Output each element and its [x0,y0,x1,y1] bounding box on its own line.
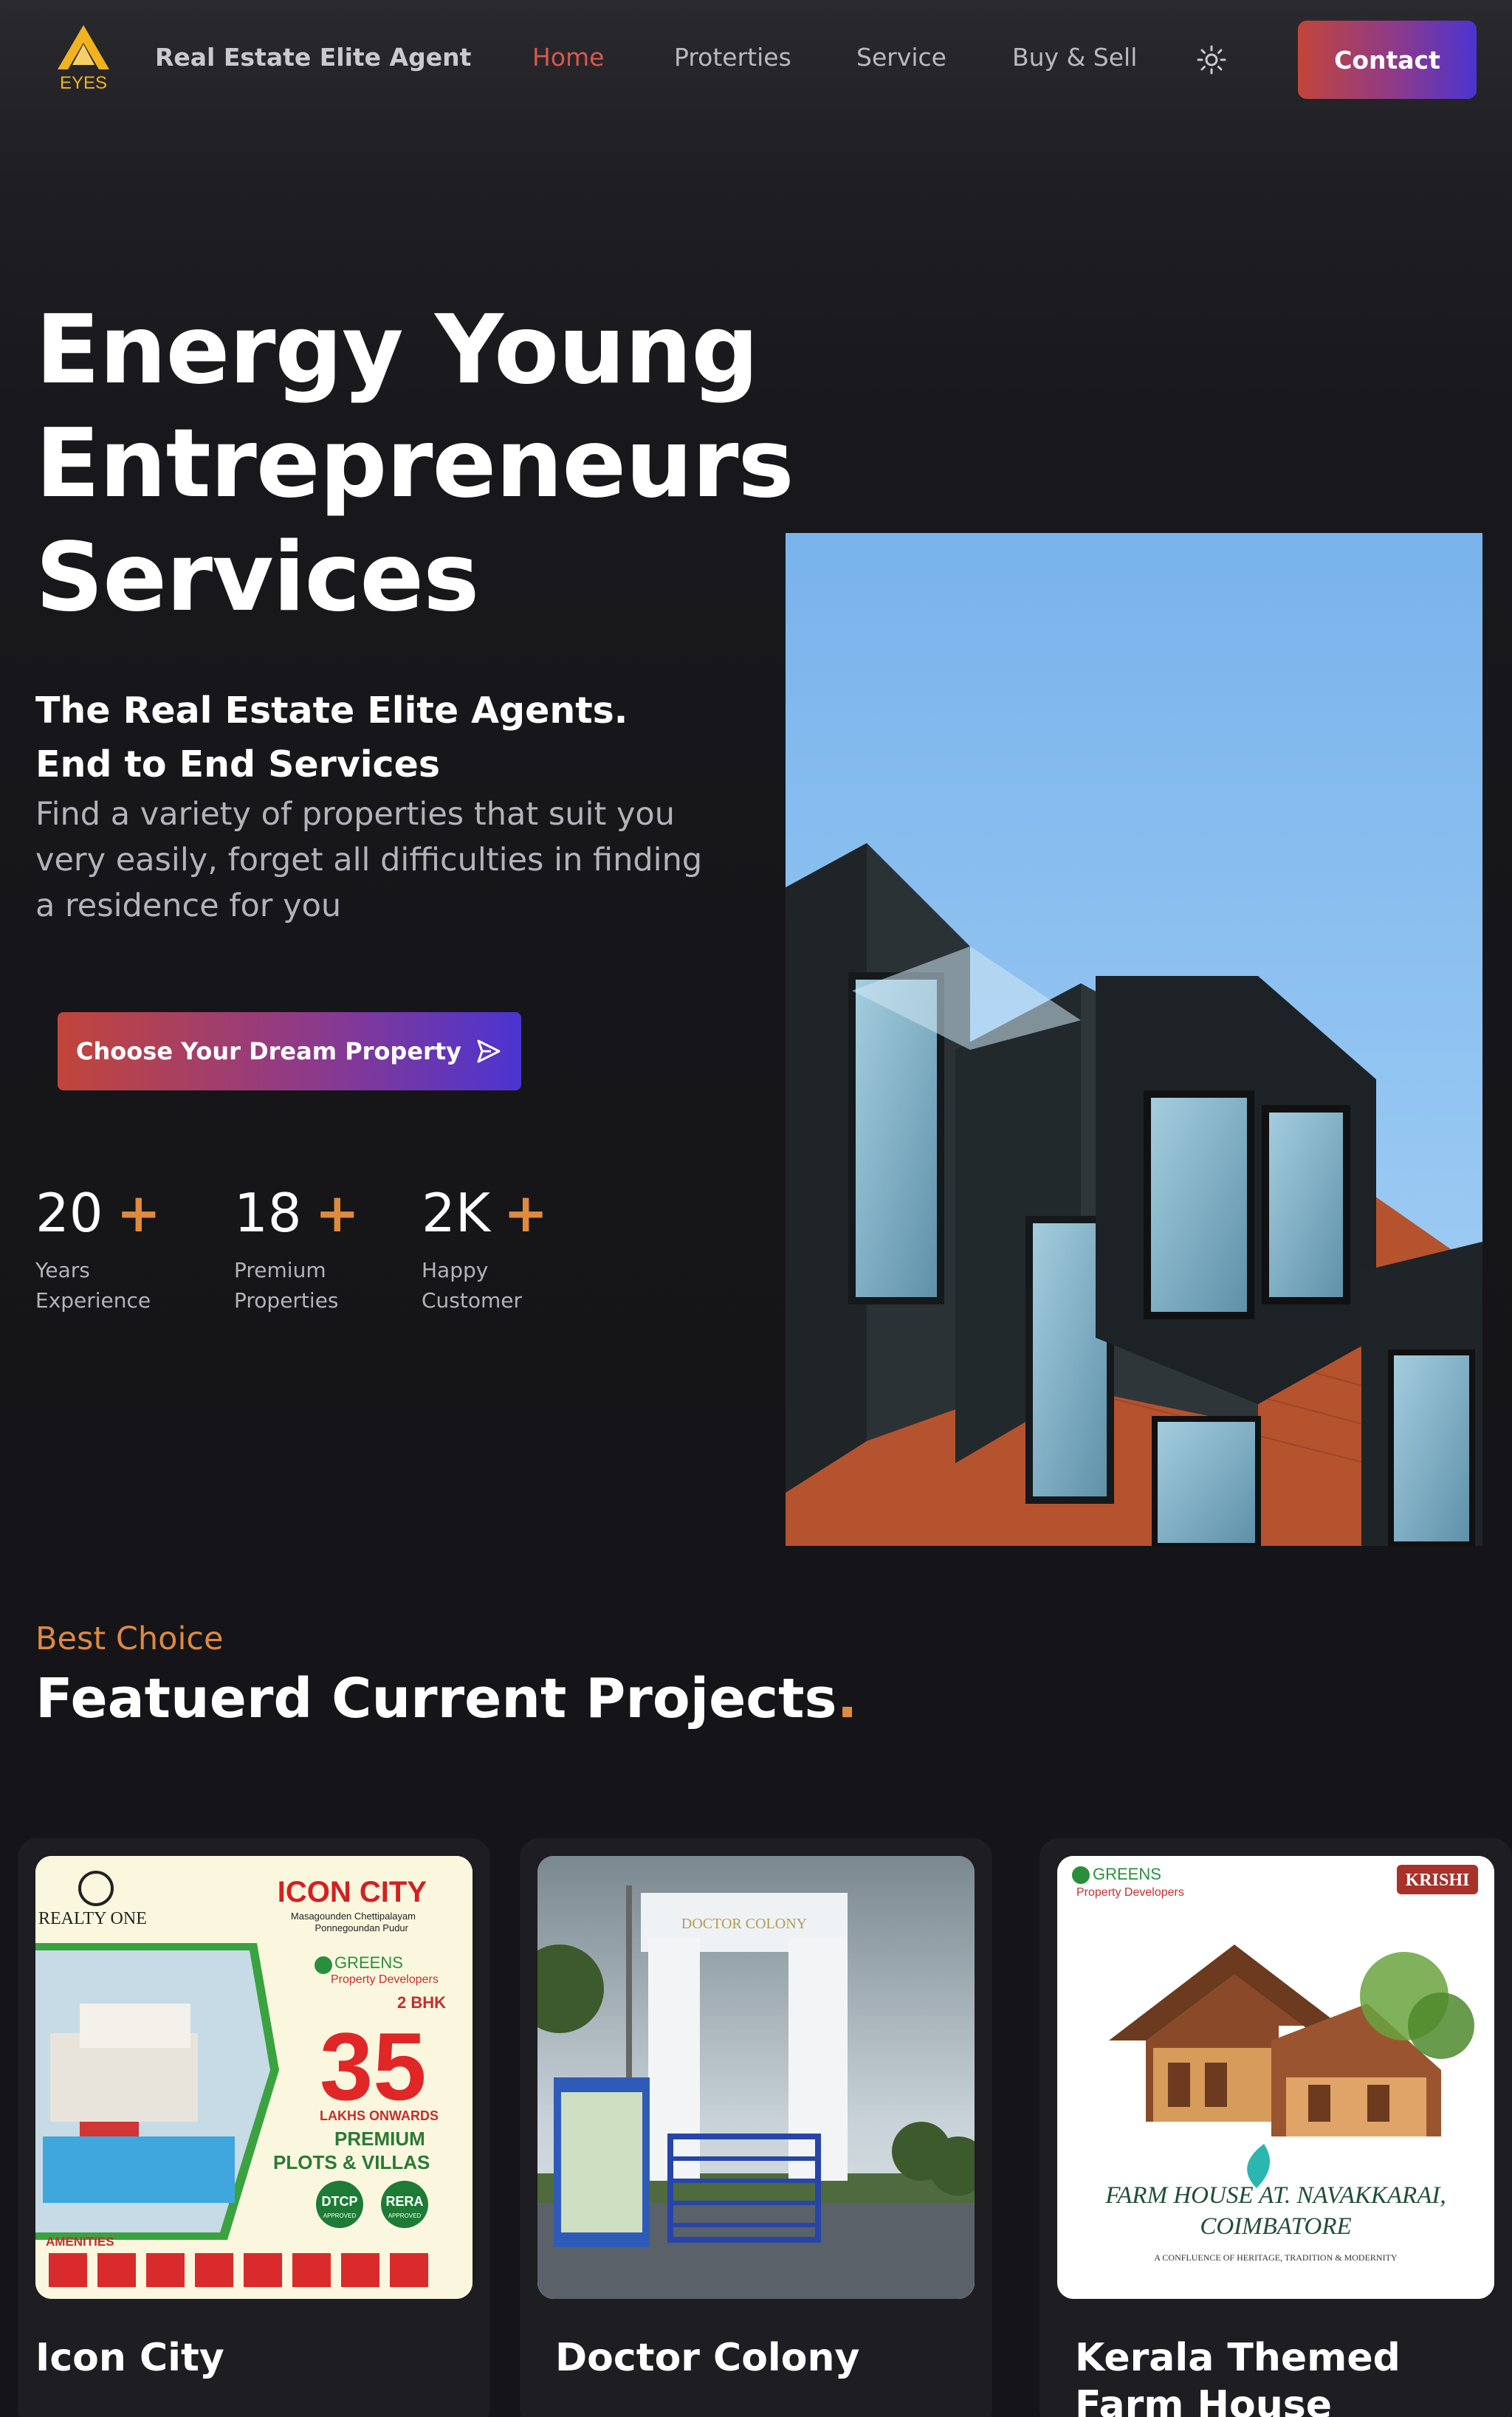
svg-text:DTCP: DTCP [322,2194,358,2209]
hero-title-line: Services [35,523,479,633]
stat-value: 18 + [234,1182,360,1244]
project-card-kerala-farm-house[interactable]: GREENS Property Developers KRISHI FARM H… [1040,1838,1512,2417]
svg-text:DOCTOR COLONY: DOCTOR COLONY [681,1916,807,1932]
theme-toggle[interactable] [1196,44,1227,75]
nav-properties[interactable]: Proterties [674,43,791,72]
stat-customers: 2K + Happy Customer [422,1180,548,1316]
hero-title-line: Entrepreneurs [35,409,794,519]
project-image: DOCTOR COLONY [537,1856,975,2299]
project-title[interactable]: Icon City [35,2334,449,2382]
hero-subtitle-line: The Real Estate Elite Agents. [35,690,628,732]
sun-icon [1197,45,1226,75]
section-eyebrow: Best Choice [35,1620,224,1657]
project-card-doctor-colony[interactable]: DOCTOR COLONY Doctor Colony [520,1838,992,2417]
hero-subtitle: The Real Estate Elite Agents. End to End… [35,684,700,791]
svg-text:APPROVED: APPROVED [388,2213,422,2219]
nav-service[interactable]: Service [856,43,946,72]
svg-text:PREMIUM: PREMIUM [334,2128,425,2150]
project-image: REALTY ONE ICON CITY Masagounden Chettip… [35,1856,472,2299]
svg-text:Property Developers: Property Developers [1076,1886,1184,1899]
hero-building-image [786,533,1482,1546]
stat-years: 20 + Years Experience [35,1180,161,1316]
farm-house-poster: GREENS Property Developers KRISHI FARM H… [1057,1856,1494,2299]
nav-home[interactable]: Home [532,43,604,72]
choose-property-button[interactable]: Choose Your Dream Property [58,1012,521,1090]
hero-subtitle-line: End to End Services [35,743,440,785]
svg-text:APPROVED: APPROVED [323,2213,357,2219]
send-icon [477,1039,501,1063]
top-navbar: EYES Real Estate Elite Agent Home Proter… [0,0,1512,118]
project-image: GREENS Property Developers KRISHI FARM H… [1057,1856,1494,2299]
svg-text:RERA: RERA [385,2194,423,2209]
section-title: Featuerd Current Projects. [35,1667,858,1730]
svg-text:ICON CITY: ICON CITY [278,1876,427,1908]
cta-label: Choose Your Dream Property [76,1037,461,1065]
hero-title-line: Energy Young [35,295,759,405]
svg-text:PLOTS & VILLAS: PLOTS & VILLAS [273,2151,430,2173]
doctor-colony-photo: DOCTOR COLONY [537,1856,975,2299]
svg-text:GREENS: GREENS [1093,1865,1161,1883]
stat-label: Premium Properties [234,1258,339,1313]
contact-button[interactable]: Contact [1298,21,1477,99]
svg-text:A CONFLUENCE OF HERITAGE, TRAD: A CONFLUENCE OF HERITAGE, TRADITION & MO… [1154,2252,1397,2263]
svg-text:Masagounden Chettipalayam: Masagounden Chettipalayam [291,1911,416,1922]
svg-text:KRISHI: KRISHI [1406,1871,1470,1890]
hero-description: Find a variety of properties that suit y… [35,796,703,924]
building-illustration [786,533,1482,1546]
stat-value: 2K + [422,1182,549,1244]
svg-text:EYES: EYES [60,73,107,93]
svg-text:FARM HOUSE AT. NAVAKKARAI,: FARM HOUSE AT. NAVAKKARAI, [1104,2182,1446,2209]
svg-text:Ponnegoundan Pudur: Ponnegoundan Pudur [315,1922,408,1933]
svg-text:COIMBATORE: COIMBATORE [1200,2213,1351,2240]
svg-text:35: 35 [320,2012,427,2120]
svg-text:AMENITIES: AMENITIES [46,2235,114,2249]
project-title[interactable]: Kerala Themed Farm House [1075,2334,1488,2417]
svg-text:Property Developers: Property Developers [331,1973,439,1986]
project-card-icon-city[interactable]: REALTY ONE ICON CITY Masagounden Chettip… [18,1838,490,2417]
svg-text:REALTY ONE: REALTY ONE [38,1909,147,1928]
stat-properties: 18 + Premium Properties [234,1180,360,1316]
stat-label: Years Experience [35,1258,151,1313]
logo-icon: EYES [58,25,109,93]
svg-text:2 BHK: 2 BHK [397,1993,446,2012]
svg-text:LAKHS ONWARDS: LAKHS ONWARDS [320,2108,439,2123]
stat-label: Happy Customer [422,1258,523,1313]
brand-name[interactable]: Real Estate Elite Agent [155,43,471,72]
stat-value: 20 + [35,1182,161,1244]
logo[interactable]: EYES [52,22,115,93]
svg-text:GREENS: GREENS [334,1953,403,1972]
icon-city-poster: REALTY ONE ICON CITY Masagounden Chettip… [35,1856,472,2299]
hero-title: Energy Young Entrepreneurs Services [35,294,794,635]
project-title[interactable]: Doctor Colony [555,2334,969,2382]
nav-buy-sell[interactable]: Buy & Sell [1012,43,1137,72]
